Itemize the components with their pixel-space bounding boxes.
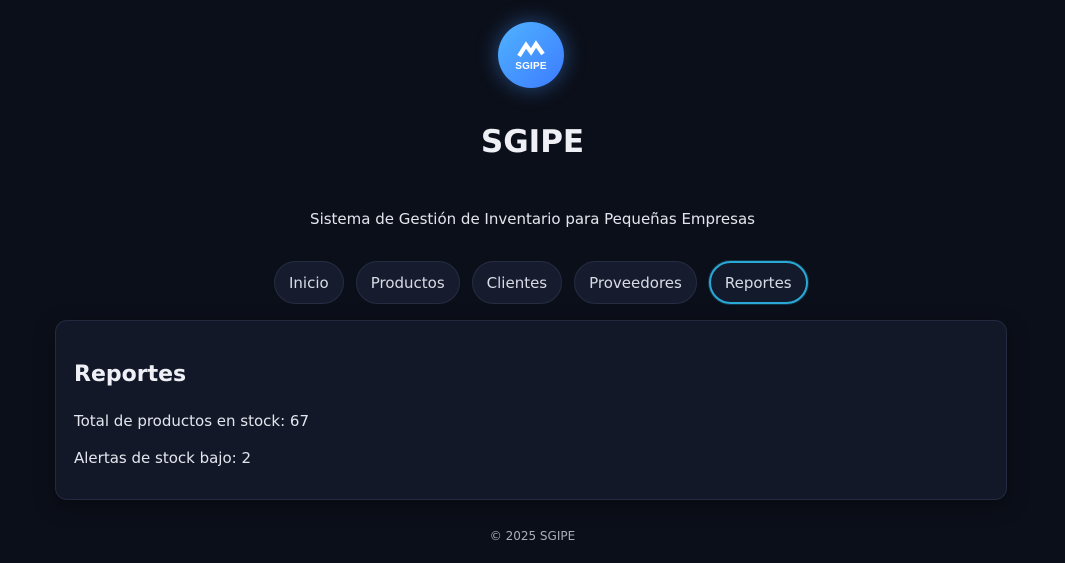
reports-heading: Reportes — [74, 362, 187, 387]
nav-clientes-button[interactable]: Clientes — [471, 261, 563, 304]
main-nav: Inicio Productos Clientes Proveedores Re… — [274, 261, 808, 304]
page-subtitle: Sistema de Gestión de Inventario para Pe… — [310, 210, 755, 228]
nav-proveedores-button[interactable]: Proveedores — [574, 261, 697, 304]
nav-inicio-button[interactable]: Inicio — [274, 261, 344, 304]
reports-card: Reportes Total de productos en stock: 67… — [55, 320, 1007, 500]
app-logo: SGIPE — [498, 22, 564, 88]
nav-productos-button[interactable]: Productos — [355, 261, 460, 304]
logo-text: SGIPE — [515, 61, 547, 72]
total-stock-text: Total de productos en stock: 67 — [74, 412, 309, 430]
app-page: SGIPE SGIPE Sistema de Gestión de Invent… — [0, 0, 1065, 563]
low-stock-alerts-text: Alertas de stock bajo: 2 — [74, 449, 251, 467]
logo-chart-icon — [517, 40, 545, 58]
footer-copyright: © 2025 SGIPE — [489, 529, 576, 543]
nav-reportes-button[interactable]: Reportes — [708, 261, 808, 304]
page-title: SGIPE — [480, 124, 585, 160]
